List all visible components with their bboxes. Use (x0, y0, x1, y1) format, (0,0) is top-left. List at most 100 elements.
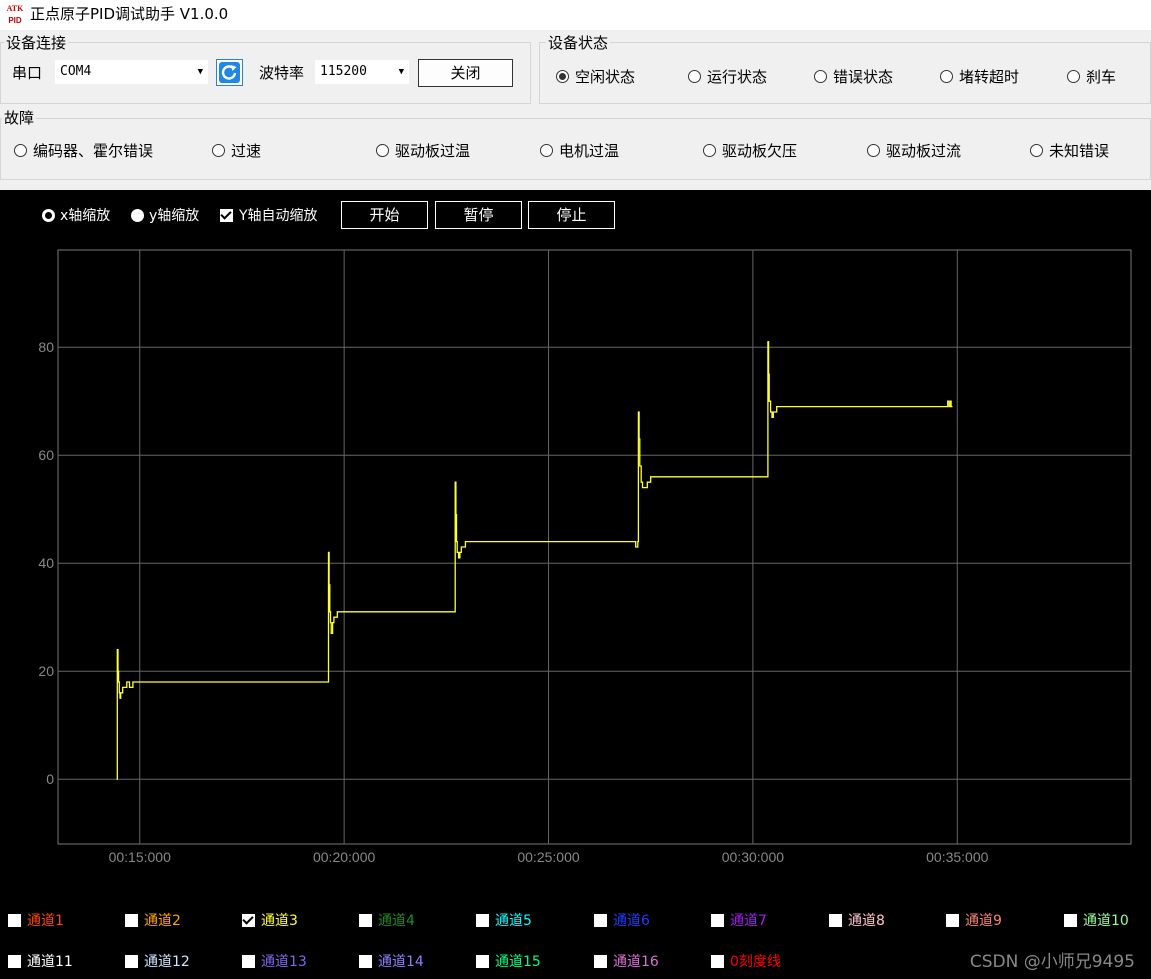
port-select[interactable]: COM4 ▼ (55, 60, 208, 84)
channel-checkbox-1[interactable]: 通道1 (8, 910, 64, 930)
checkbox-indicator (1064, 913, 1077, 927)
channel-checkbox-3[interactable]: 通道3 (242, 910, 298, 930)
channel-checkbox-16[interactable]: 通道16 (594, 951, 659, 971)
channel-label: 通道13 (261, 954, 307, 970)
status-radio-label: 运行状态 (707, 68, 768, 86)
channel-label: 通道7 (730, 913, 767, 929)
y-tick-label: 0 (46, 771, 54, 787)
device-status-group-label: 设备状态 (546, 32, 611, 53)
checkbox-indicator (946, 913, 959, 927)
chevron-down-icon: ▼ (398, 67, 404, 77)
y-tick-label: 40 (38, 555, 54, 571)
app-logo: ATK PID (5, 2, 25, 26)
x-tick-label: 00:20:000 (313, 849, 375, 865)
plot-frame (57, 249, 1132, 845)
channel-checkbox-7[interactable]: 通道7 (711, 910, 767, 930)
fault-radio-3[interactable]: 驱动板过温 (376, 140, 470, 161)
status-radio-label: 空闲状态 (575, 68, 636, 86)
fault-radio-1[interactable]: 编码器、霍尔错误 (14, 140, 153, 161)
fault-radio-label: 未知错误 (1049, 142, 1110, 160)
radio-indicator (540, 144, 553, 157)
radio-indicator (940, 70, 953, 83)
baud-label: 波特率 (259, 64, 305, 82)
checkbox-indicator (594, 913, 607, 927)
channel-checkbox-2[interactable]: 通道2 (125, 910, 181, 930)
channel-checkbox-17[interactable]: 0刻度线 (711, 951, 781, 971)
status-radio-4[interactable]: 堵转超时 (940, 66, 1019, 87)
line-chart[interactable]: 0 20 40 60 80 00:15:000 00:20:000 00:25:000 00:3… (0, 190, 1151, 979)
radio-indicator (703, 144, 716, 157)
fault-radio-5[interactable]: 驱动板欠压 (703, 140, 797, 161)
channel-label: 通道4 (378, 913, 415, 929)
channel-label: 通道15 (495, 954, 541, 970)
watermark: CSDN @小师兄9495 (969, 952, 1135, 972)
fault-radio-label: 驱动板过温 (395, 142, 471, 160)
radio-indicator (212, 144, 225, 157)
fault-radio-7[interactable]: 未知错误 (1030, 140, 1109, 161)
channel-label: 通道5 (495, 913, 532, 929)
channel-checkbox-6[interactable]: 通道6 (594, 910, 650, 930)
radio-indicator (688, 70, 701, 83)
fault-radio-label: 过速 (231, 142, 262, 160)
fault-radio-2[interactable]: 过速 (212, 140, 261, 161)
chevron-down-icon: ▼ (197, 67, 203, 77)
checkbox-indicator (476, 954, 489, 968)
checkbox-indicator (125, 954, 138, 968)
checkbox-indicator (476, 913, 489, 927)
title-bar: ATK PID 正点原子PID调试助手 V1.0.0 (0, 0, 1151, 30)
x-tick-label: 00:15:000 (109, 849, 171, 865)
channel-checkbox-11[interactable]: 通道11 (8, 951, 73, 971)
fault-radio-label: 驱动板欠压 (722, 142, 798, 160)
checkbox-indicator (711, 913, 724, 927)
fault-radio-label: 电机过温 (559, 142, 620, 160)
checkbox-indicator (242, 954, 255, 968)
checkbox-indicator (594, 954, 607, 968)
channel-label: 通道6 (613, 913, 650, 929)
refresh-button[interactable] (216, 59, 243, 86)
checkbox-indicator (8, 913, 21, 927)
y-tick-label: 20 (38, 663, 54, 679)
checkbox-indicator (359, 913, 372, 927)
status-radio-2[interactable]: 运行状态 (688, 66, 767, 87)
radio-indicator (1030, 144, 1043, 157)
baud-value: 115200 (320, 64, 367, 79)
checkbox-indicator (711, 954, 724, 968)
status-radio-5[interactable]: 刹车 (1067, 66, 1116, 87)
fault-radio-label: 编码器、霍尔错误 (33, 142, 154, 160)
channel-checkbox-12[interactable]: 通道12 (125, 951, 190, 971)
channel-label: 通道2 (144, 913, 181, 929)
channel-label: 通道3 (261, 913, 298, 929)
channel-label: 通道12 (144, 954, 190, 970)
channel-label: 通道1 (27, 913, 64, 929)
checkbox-indicator (829, 913, 842, 927)
channel-checkbox-4[interactable]: 通道4 (359, 910, 415, 930)
channel-checkbox-15[interactable]: 通道15 (476, 951, 541, 971)
channel-label: 通道10 (1083, 913, 1129, 929)
radio-indicator (814, 70, 827, 83)
channel-label: 通道9 (965, 913, 1002, 929)
status-radio-label: 堵转超时 (959, 68, 1020, 86)
status-radio-3[interactable]: 错误状态 (814, 66, 893, 87)
channel-checkbox-14[interactable]: 通道14 (359, 951, 424, 971)
radio-indicator (376, 144, 389, 157)
baud-select[interactable]: 115200 ▼ (315, 60, 409, 84)
plot-panel: x轴缩放 y轴缩放 Y轴自动缩放 开始 暂停 停止 0 20 40 60 80 00:15… (0, 190, 1151, 979)
svg-text:ATK: ATK (7, 4, 25, 13)
channel-checkbox-8[interactable]: 通道8 (829, 910, 885, 930)
checkbox-indicator (242, 913, 255, 927)
fault-radio-4[interactable]: 电机过温 (540, 140, 619, 161)
status-radio-1[interactable]: 空闲状态 (556, 66, 635, 87)
window-title: 正点原子PID调试助手 V1.0.0 (30, 5, 229, 23)
channel-label: 0刻度线 (730, 954, 781, 970)
port-value: COM4 (60, 64, 92, 79)
fault-radio-6[interactable]: 驱动板过流 (867, 140, 961, 161)
close-port-button[interactable]: 关闭 (418, 59, 513, 87)
y-tick-label: 80 (38, 339, 54, 355)
radio-indicator (14, 144, 27, 157)
channel-checkbox-9[interactable]: 通道9 (946, 910, 1002, 930)
channel-checkbox-10[interactable]: 通道10 (1064, 910, 1129, 930)
channel-checkbox-13[interactable]: 通道13 (242, 951, 307, 971)
channel-checkbox-5[interactable]: 通道5 (476, 910, 532, 930)
status-radio-label: 刹车 (1086, 68, 1117, 86)
channel-label: 通道11 (27, 954, 73, 970)
